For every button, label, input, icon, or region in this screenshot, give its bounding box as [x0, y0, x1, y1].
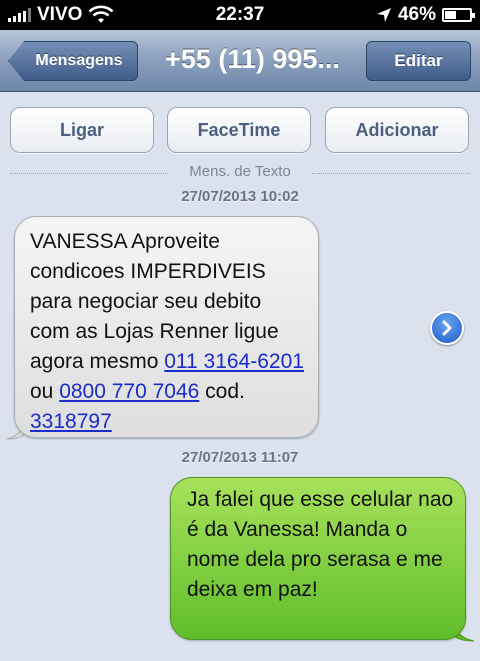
- outgoing-text: Ja falei que esse celular nao é da Vanes…: [187, 488, 454, 601]
- phone-link-1[interactable]: 011 3164-6201: [164, 350, 304, 373]
- battery-percent: 46%: [397, 4, 436, 25]
- timestamp-1: 27/07/2013 10:02: [181, 188, 299, 205]
- add-contact-button[interactable]: Adicionar: [325, 107, 469, 153]
- message-detail-button[interactable]: [430, 311, 464, 345]
- navigation-bar: Mensagens +55 (11) 995... Editar: [0, 30, 480, 92]
- status-right: 46%: [376, 4, 475, 26]
- message-type-separator: Mens. de Texto: [0, 163, 480, 183]
- facetime-button[interactable]: FaceTime: [167, 107, 311, 153]
- battery-icon: [442, 8, 475, 22]
- location-icon: [376, 8, 391, 22]
- battery-level: [445, 11, 456, 19]
- code-link[interactable]: 3318797: [30, 410, 112, 433]
- call-button[interactable]: Ligar: [10, 107, 154, 153]
- incoming-text-3: cod.: [199, 380, 245, 403]
- incoming-message-bubble: VANESSA Aproveite condicoes IMPERDIVEIS …: [14, 216, 319, 438]
- phone-link-2[interactable]: 0800 770 7046: [59, 380, 199, 403]
- incoming-text-2: ou: [30, 380, 60, 403]
- status-bar: VIVO 22:37 46%: [0, 0, 480, 30]
- outgoing-message-bubble: Ja falei que esse celular nao é da Vanes…: [170, 477, 466, 640]
- edit-button[interactable]: Editar: [366, 41, 471, 81]
- timestamp-2: 27/07/2013 11:07: [181, 449, 299, 466]
- message-type-label: Mens. de Texto: [189, 163, 291, 180]
- back-button[interactable]: Mensagens: [8, 41, 138, 81]
- contact-actions: Ligar FaceTime Adicionar: [0, 107, 480, 155]
- separator-line-right: [312, 173, 470, 174]
- chevron-right-icon: [442, 320, 452, 336]
- page-title: +55 (11) 995...: [165, 44, 340, 74]
